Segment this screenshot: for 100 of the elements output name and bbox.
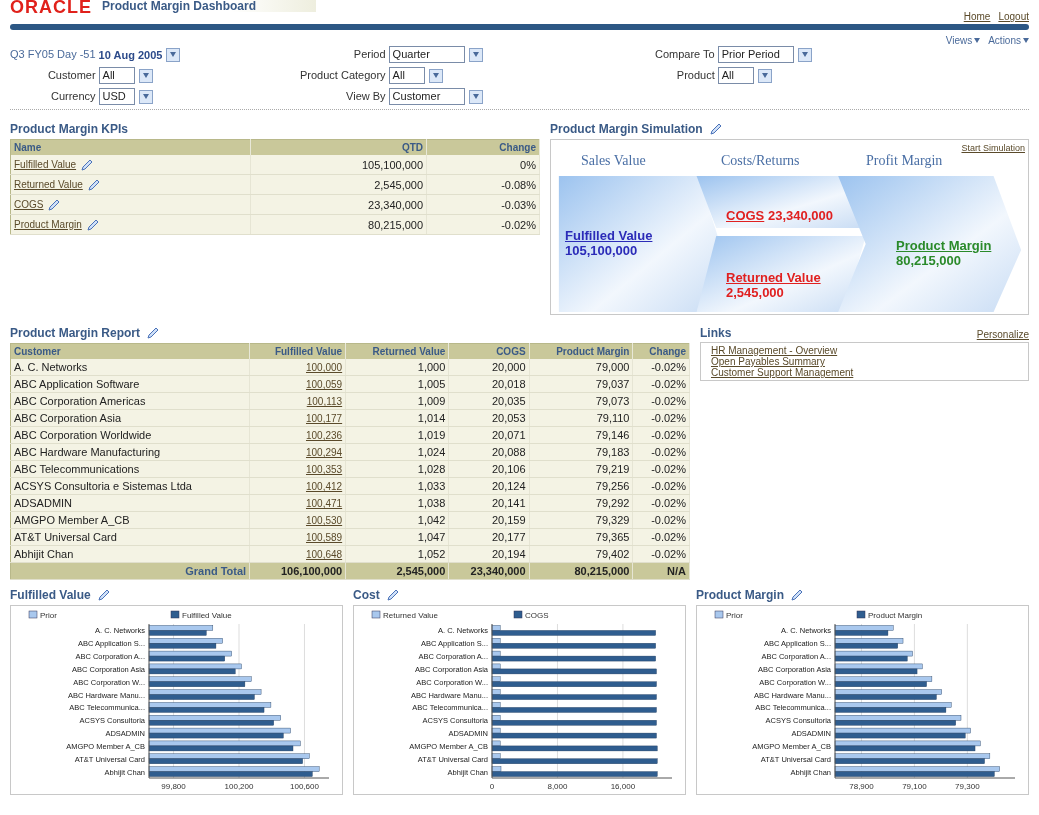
header-link[interactable]: Logout bbox=[998, 11, 1029, 22]
dropdown-button[interactable] bbox=[757, 68, 772, 83]
pencil-icon[interactable] bbox=[146, 327, 159, 339]
kpi-link[interactable]: COGS bbox=[14, 199, 44, 210]
legend-label: COGS bbox=[525, 610, 549, 620]
stage-heading: Profit Margin bbox=[866, 153, 943, 169]
dropdown-button[interactable] bbox=[797, 47, 812, 62]
app-title: Product Margin Dashboard bbox=[102, 0, 316, 12]
tick-label: 0 bbox=[489, 782, 495, 791]
simulation-value: 80,215,000 bbox=[896, 253, 962, 268]
period-label: Q3 FY05 Day -51 bbox=[10, 47, 96, 62]
dropdown-button[interactable] bbox=[468, 89, 483, 104]
caret-icon bbox=[761, 73, 768, 78]
kpi-link[interactable]: Product Margin bbox=[14, 219, 82, 230]
pencil-icon[interactable] bbox=[385, 589, 399, 601]
tick-label: 100,200 bbox=[224, 782, 254, 791]
link[interactable]: Open Payables Summary bbox=[711, 356, 825, 367]
table-cell: 105,100,000 bbox=[250, 155, 427, 175]
link[interactable]: Customer Support Management bbox=[711, 367, 854, 378]
pencil-icon[interactable] bbox=[790, 589, 803, 601]
pencil-icon[interactable] bbox=[47, 198, 61, 211]
chart-title: Product Margin bbox=[696, 588, 784, 602]
menu-label: Views bbox=[945, 34, 973, 46]
filter-label: Compare To bbox=[655, 47, 715, 62]
select-field[interactable]: USD bbox=[98, 88, 135, 105]
simulation-link[interactable]: COGS bbox=[726, 208, 765, 223]
table-cell: 79,000 bbox=[529, 359, 633, 376]
stage-heading: Costs/Returns bbox=[721, 153, 800, 169]
tick-label: 99,800 bbox=[161, 782, 186, 791]
menu-button[interactable]: Views bbox=[945, 34, 981, 46]
logo: ORACLE bbox=[10, 0, 92, 14]
section-title: Product Margin KPIs bbox=[10, 122, 128, 136]
tick-label: 100,600 bbox=[290, 782, 319, 791]
pencil-icon[interactable] bbox=[708, 123, 722, 135]
table-cell: A. C. Networks bbox=[10, 359, 250, 376]
simulation-link[interactable]: Returned Value bbox=[726, 270, 821, 285]
column-header: COGS bbox=[448, 343, 530, 359]
dropdown-button[interactable] bbox=[138, 89, 153, 104]
caret-icon bbox=[472, 52, 479, 57]
date-value: 10 Aug 2005 bbox=[98, 48, 163, 61]
column-header: Fulfilled Value bbox=[249, 343, 346, 359]
caret-icon bbox=[432, 73, 439, 78]
stage-heading: Sales Value bbox=[581, 153, 646, 169]
select-field[interactable]: All bbox=[717, 67, 754, 84]
select-field[interactable]: All bbox=[98, 67, 135, 84]
caret-icon bbox=[801, 52, 808, 57]
kpi-link[interactable]: Fulfilled Value bbox=[14, 159, 77, 170]
simulation-value: 2,545,000 bbox=[726, 285, 784, 300]
table-cell: -0.02% bbox=[633, 359, 690, 376]
filter-label: Product bbox=[675, 68, 715, 83]
pencil-icon[interactable] bbox=[86, 178, 100, 191]
filter-label: Product Category bbox=[300, 68, 386, 83]
tick-label: 8,000 bbox=[547, 782, 568, 791]
dropdown-button[interactable] bbox=[428, 68, 443, 83]
calendar-button[interactable] bbox=[166, 47, 181, 62]
filter-label: View By bbox=[345, 89, 386, 104]
caret-icon bbox=[142, 94, 149, 99]
pencil-icon[interactable] bbox=[80, 158, 94, 171]
simulation-link[interactable]: Start Simulation bbox=[961, 143, 1025, 153]
menu-button[interactable]: Actions bbox=[988, 34, 1029, 46]
caret-icon bbox=[974, 37, 981, 43]
column-header: Change bbox=[426, 139, 540, 155]
tick-label: 78,900 bbox=[849, 782, 874, 791]
pencil-icon[interactable] bbox=[85, 218, 99, 231]
filter-label: Customer bbox=[46, 68, 96, 83]
column-header: Name bbox=[10, 139, 251, 155]
simulation-value: 23,340,000 bbox=[767, 208, 833, 223]
section-title: Product Margin Report bbox=[10, 326, 140, 340]
legend-label: Fulfilled Value bbox=[182, 610, 232, 620]
kpi-link[interactable]: Returned Value bbox=[14, 179, 83, 190]
caret-icon bbox=[170, 52, 177, 57]
column-header: Change bbox=[633, 343, 690, 359]
link[interactable]: HR Management - Overview bbox=[711, 345, 838, 356]
select-field[interactable]: Quarter bbox=[388, 46, 465, 63]
simulation-value: 105,100,000 bbox=[565, 243, 638, 258]
table-cell: 1,000 bbox=[345, 359, 449, 376]
tick-label: 79,100 bbox=[902, 782, 927, 791]
legend-label: Returned Value bbox=[383, 610, 438, 620]
select-field[interactable]: Customer bbox=[388, 88, 465, 105]
select-field[interactable]: All bbox=[388, 67, 425, 84]
section-title: Links bbox=[700, 326, 732, 340]
section-title: Product Margin Simulation bbox=[550, 122, 703, 136]
personalize-link[interactable]: Personalize bbox=[976, 329, 1029, 340]
table-cell: 20,000 bbox=[448, 359, 530, 376]
simulation-link[interactable]: Product Margin bbox=[896, 238, 992, 253]
column-header: Product Margin bbox=[529, 343, 633, 359]
caret-icon bbox=[472, 94, 479, 99]
legend-label: Prior bbox=[726, 610, 743, 620]
chart-title: Cost bbox=[353, 588, 380, 602]
legend-label: Product Margin bbox=[868, 610, 923, 620]
dropdown-button[interactable] bbox=[138, 68, 153, 83]
header-link[interactable]: Home bbox=[963, 11, 991, 22]
tick-label: 16,000 bbox=[610, 782, 636, 791]
chart-title: Fulfilled Value bbox=[10, 588, 91, 602]
select-field[interactable]: Prior Period bbox=[717, 46, 794, 63]
simulation-link[interactable]: Fulfilled Value bbox=[565, 228, 653, 243]
table-cell: 0% bbox=[426, 155, 540, 175]
pencil-icon[interactable] bbox=[96, 589, 110, 601]
dropdown-button[interactable] bbox=[468, 47, 483, 62]
filter-label: Currency bbox=[49, 89, 96, 104]
